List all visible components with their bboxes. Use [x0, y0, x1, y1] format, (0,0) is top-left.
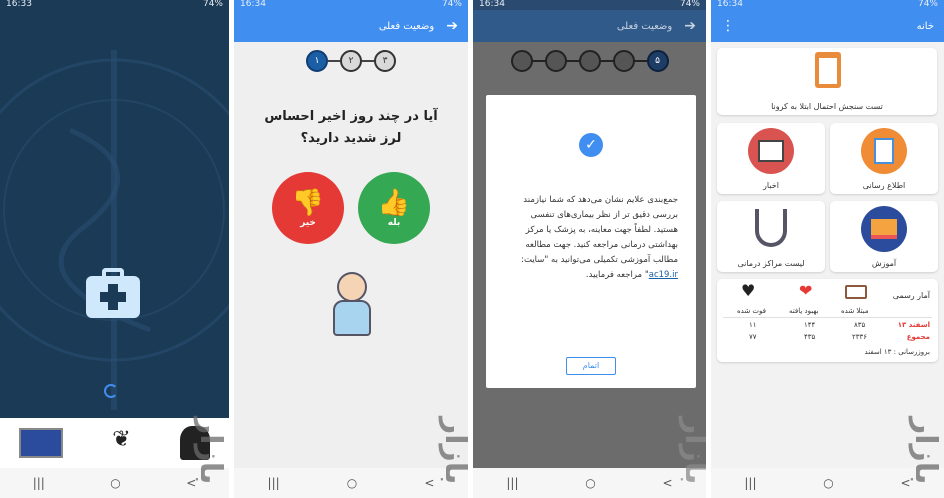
news-card[interactable]: اخبار — [717, 123, 825, 194]
system-nav-bar: ||| ○ < — [473, 468, 706, 498]
home-button[interactable]: ○ — [585, 476, 595, 490]
step-5: ۵ — [646, 50, 669, 72]
step-1: ۱ — [306, 50, 328, 72]
step-indicator: ۵ — [473, 50, 706, 72]
thumbs-up-icon: 👍 — [377, 188, 411, 218]
forward-arrow-icon[interactable]: ➔ — [446, 18, 458, 34]
status-time: 16:34 — [479, 0, 505, 9]
recent-apps-button[interactable]: ||| — [268, 476, 280, 490]
check-icon: ✓ — [579, 133, 603, 157]
question-text: آیا در چند روز اخیر احساس لرز شدید دارید… — [264, 109, 438, 146]
dialog-link[interactable]: ac19.ir — [649, 270, 678, 280]
spinner-icon — [104, 384, 118, 398]
caduceus-background — [0, 50, 229, 410]
page-title: وضعیت فعلی — [616, 20, 673, 32]
stats-card: آمار رسمی ❤ ♥ مبتلا شده بهبود یافته فوت … — [717, 279, 938, 362]
centers-label: لیست مراکز درمانی — [737, 259, 805, 268]
newspaper-icon — [748, 128, 794, 174]
broken-heart-icon: ♥ — [741, 281, 756, 300]
watermark-logo: ﺑﺎزار — [678, 416, 706, 484]
corona-test-card[interactable]: تست سنجش احتمال ابتلا به کرونا — [717, 48, 937, 115]
result-screen: 16:34 74% وضعیت فعلی ➔ ۵ ✓ جمع‌بندی علای… — [473, 0, 706, 498]
shivering-person-illustration — [329, 272, 375, 338]
thumbs-down-icon: 👎 — [291, 188, 325, 218]
more-menu-icon[interactable]: ⋮ — [721, 18, 735, 34]
step-2: ۲ — [340, 50, 362, 72]
watermark-logo: ﺑﺎزار — [193, 416, 228, 484]
yes-label: بله — [387, 218, 401, 228]
status-battery: 74% — [679, 0, 700, 9]
watermark-logo: ﺑﺎزار — [438, 416, 468, 484]
info-card[interactable]: اطلاع رسانی — [830, 123, 938, 194]
centers-card[interactable]: لیست مراکز درمانی — [717, 201, 825, 272]
splash-screen: 16:33 74% ❦ ||| ○ < ﺑﺎزار — [0, 0, 229, 498]
stats-row1-label: ۱۳ اسفند — [897, 321, 930, 329]
home-button[interactable]: ○ — [347, 476, 357, 490]
app-bar: وضعیت فعلی ➔ — [234, 10, 468, 42]
ministry-logo — [19, 428, 64, 458]
emblem-logo: ❦ — [112, 427, 131, 452]
home-button[interactable]: ○ — [823, 476, 833, 490]
stats-row2-label: مجموع — [906, 333, 930, 341]
recent-apps-button[interactable]: ||| — [33, 476, 45, 490]
clipboard-icon — [815, 52, 841, 88]
info-label: اطلاع رسانی — [862, 181, 906, 190]
app-bar: وضعیت فعلی ➔ — [473, 10, 706, 42]
back-button[interactable]: < — [663, 476, 673, 490]
dialog-message: جمع‌بندی علایم نشان می‌دهد که شما نیازمن… — [504, 193, 678, 283]
recent-apps-button[interactable]: ||| — [506, 476, 518, 490]
news-label: اخبار — [763, 181, 779, 190]
app-bar: ⋮ خانه — [711, 10, 944, 42]
status-time: 16:34 — [240, 0, 266, 9]
stats-col-infected: مبتلا شده — [841, 307, 869, 315]
status-bar: 16:34 74% — [711, 0, 944, 10]
no-label: خیر — [300, 218, 316, 228]
status-battery: 74% — [202, 0, 223, 9]
corona-test-label: تست سنجش احتمال ابتلا به کرونا — [771, 102, 883, 111]
stethoscope-icon — [755, 209, 787, 247]
yes-button[interactable]: 👍 بله — [358, 172, 430, 244]
page-title: خانه — [916, 20, 934, 32]
status-time: 16:34 — [717, 0, 743, 9]
hands-heart-icon: ❤ — [799, 281, 813, 300]
status-bar: 16:34 74% — [234, 0, 468, 10]
home-screen: 16:34 74% ⋮ خانه تست سنجش احتمال ابتلا ب… — [711, 0, 944, 498]
result-dialog: ✓ جمع‌بندی علایم نشان می‌دهد که شما نیاز… — [486, 95, 696, 388]
step-indicator: ۱ ۲ ۳ — [234, 50, 468, 72]
dialog-text-3b: " مراجعه فرمایید. — [585, 270, 649, 280]
stats-row1-infected: ۸۳۵ — [854, 321, 866, 329]
bed-icon — [845, 285, 867, 299]
stats-row2-deaths: ۷۷ — [749, 333, 757, 341]
status-battery: 74% — [917, 0, 938, 9]
stats-col-recovered: بهبود یافته — [789, 307, 819, 315]
stats-row2-recovered: ۴۳۵ — [804, 333, 816, 341]
status-bar: 16:34 74% — [473, 0, 706, 10]
status-battery: 74% — [441, 0, 462, 9]
watermark-logo: ﺑﺎزار — [908, 416, 943, 484]
stats-heading: آمار رسمی — [892, 291, 930, 300]
step-3: ۳ — [374, 50, 396, 72]
education-label: آموزش — [871, 259, 897, 268]
no-button[interactable]: 👎 خیر — [272, 172, 344, 244]
recent-apps-button[interactable]: ||| — [744, 476, 756, 490]
stats-col-deaths: فوت شده — [737, 307, 766, 315]
first-aid-kit-icon — [86, 268, 140, 318]
finish-button[interactable]: اتمام — [566, 357, 616, 375]
stats-row1-deaths: ۱۱ — [749, 321, 757, 329]
books-icon — [861, 206, 907, 252]
screenshot-collage: 16:33 74% ❦ ||| ○ < ﺑﺎزار 16:34 74% وضعی… — [0, 0, 944, 498]
system-nav-bar: ||| ○ < — [234, 468, 468, 498]
back-button[interactable]: < — [424, 476, 434, 490]
stats-row2-infected: ۲۳۳۶ — [852, 333, 868, 341]
question-screen: 16:34 74% وضعیت فعلی ➔ ۱ ۲ ۳ آیا در چند … — [234, 0, 468, 498]
status-time: 16:33 — [6, 0, 32, 9]
status-bar: 16:33 74% — [0, 0, 229, 10]
forward-arrow-icon[interactable]: ➔ — [684, 18, 696, 34]
notepad-icon — [861, 128, 907, 174]
stats-updated: بروزرسانی : ۱۳ اسفند — [864, 348, 930, 356]
page-title: وضعیت فعلی — [378, 20, 435, 32]
stats-row1-recovered: ۱۴۴ — [804, 321, 816, 329]
education-card[interactable]: آموزش — [830, 201, 938, 272]
home-button[interactable]: ○ — [110, 476, 120, 490]
